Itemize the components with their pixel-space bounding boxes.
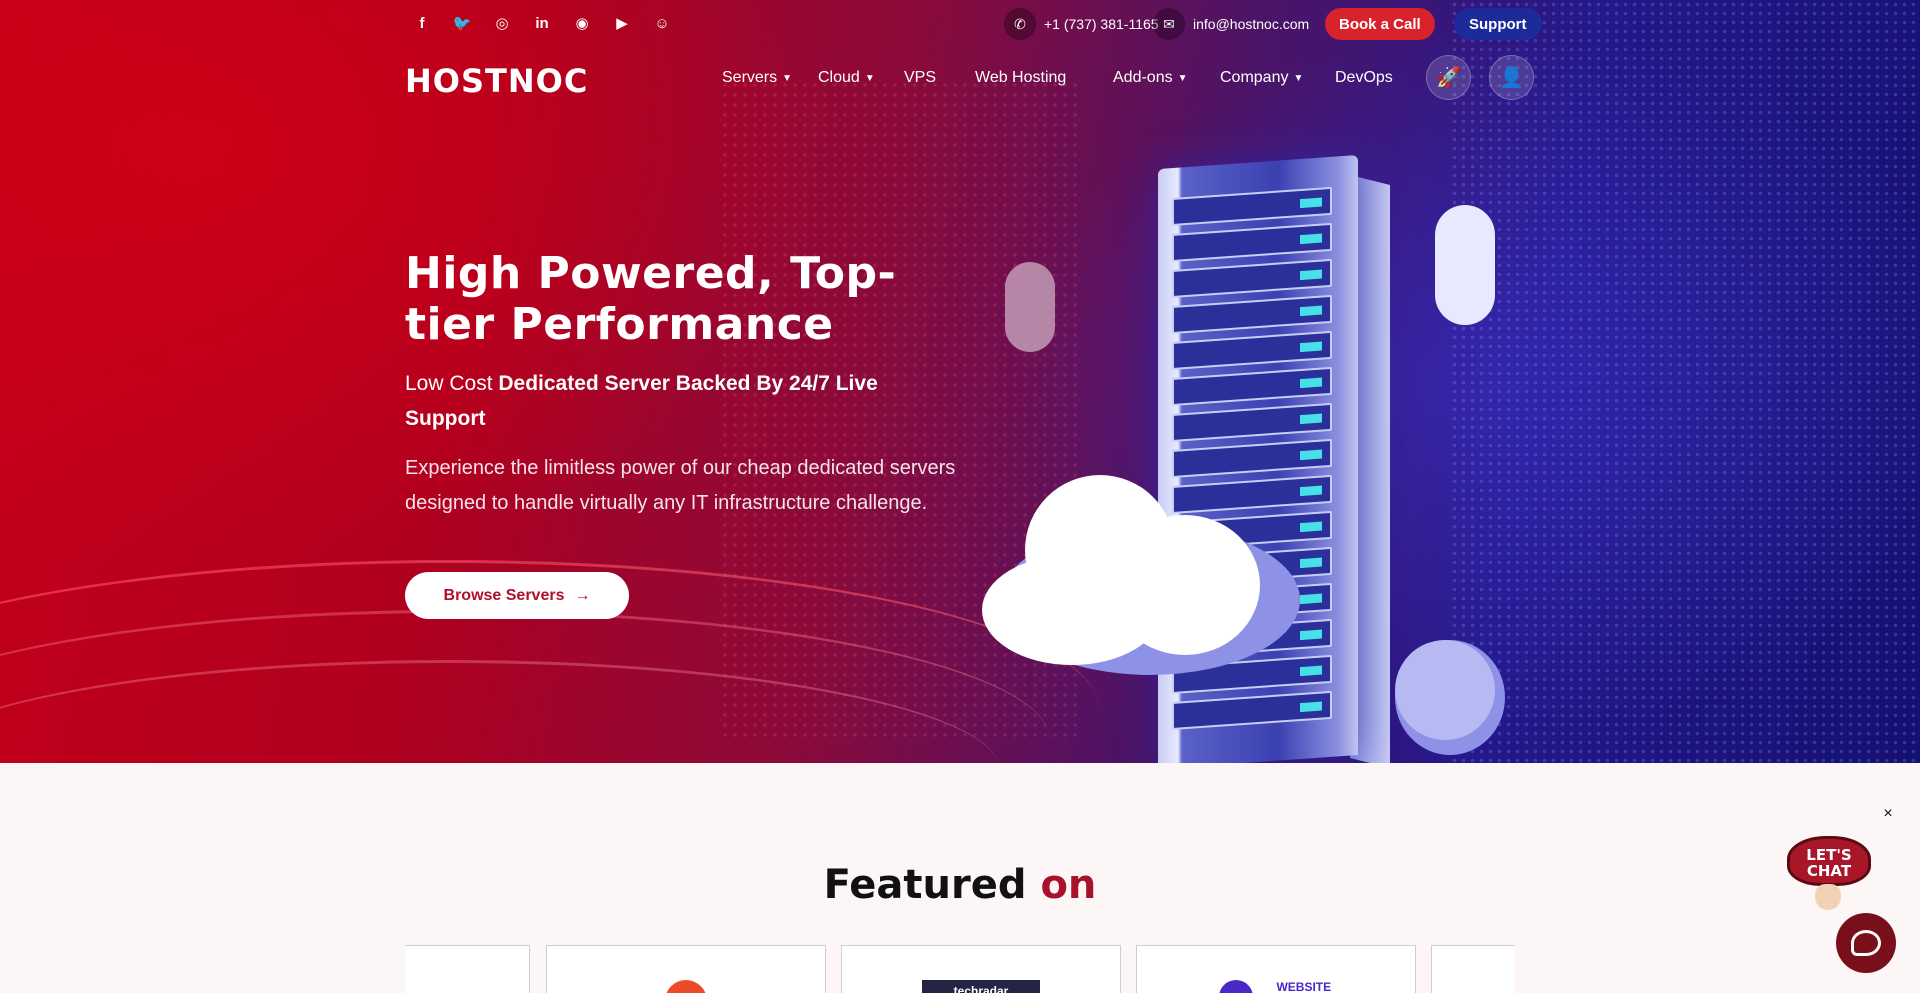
nav-vps-label: VPS: [904, 69, 937, 86]
mail-icon: ✉: [1153, 8, 1185, 40]
website-logo-icon: [1219, 980, 1253, 993]
hostnoc-logo[interactable]: HOSTNOC: [405, 62, 588, 100]
nav-cloud-label: Cloud: [818, 69, 860, 86]
featured-logo-card[interactable]: [405, 945, 530, 993]
featured-logo-card[interactable]: [546, 945, 826, 993]
user-account-icon[interactable]: 👤: [1489, 55, 1534, 100]
featured-logo: techradar: [953, 984, 1009, 993]
chevron-down-icon: ▼: [1177, 72, 1188, 84]
featured-logo-card[interactable]: [1431, 945, 1515, 993]
nav-vps[interactable]: VPS: [904, 66, 936, 90]
hero-subtitle: Low Cost Dedicated Server Backed By 24/7…: [405, 366, 925, 436]
featured-logo-card[interactable]: WEBSITE: [1136, 945, 1416, 993]
hero-title: High Powered, Top-tier Performance: [405, 248, 897, 350]
phone-icon: ✆: [1004, 8, 1036, 40]
chat-launcher-button[interactable]: [1836, 913, 1896, 973]
top-bar: f 🐦 ◎ in ◉ ▶ ☺ ✆ +1 (737) 381-1165 ✉ inf…: [0, 0, 1920, 48]
cloud-small-left: [1005, 262, 1055, 352]
cloud-small-top: [1435, 205, 1495, 325]
nav-servers-label: Servers: [722, 69, 778, 86]
cloud-illustration: [1110, 515, 1260, 655]
browse-servers-button[interactable]: Browse Servers →: [405, 572, 629, 619]
nav-addons-label: Add-ons: [1113, 69, 1173, 86]
nav-devops[interactable]: DevOps: [1335, 66, 1393, 90]
email-link[interactable]: ✉ info@hostnoc.com: [1153, 8, 1309, 40]
hero-description: Experience the limitless power of our ch…: [405, 457, 956, 514]
social-links: f 🐦 ◎ in ◉ ▶ ☺: [402, 13, 682, 33]
featured-logos-carousel: techradar WEBSITE: [405, 945, 1515, 993]
cloud-small-right: [1395, 640, 1495, 740]
discord-icon[interactable]: ◉: [562, 13, 602, 33]
featured-logo-card[interactable]: techradar: [841, 945, 1121, 993]
hero-subtitle-light: Low Cost: [405, 372, 499, 395]
lets-chat-badge[interactable]: LET'S CHAT: [1787, 836, 1871, 886]
chat-close-icon[interactable]: ×: [1878, 804, 1898, 824]
lets-chat-line1: LET'S: [1806, 846, 1852, 864]
email-address: info@hostnoc.com: [1193, 16, 1310, 32]
chevron-down-icon: ▼: [1293, 72, 1304, 84]
featured-heading-accent: on: [1040, 862, 1097, 908]
featured-heading-main: Featured: [823, 862, 1041, 908]
browse-servers-label: Browse Servers: [443, 586, 565, 604]
reddit-icon[interactable]: ☺: [642, 13, 682, 33]
nav-web-hosting-label: Web Hosting: [975, 69, 1067, 86]
arrow-right-icon: →: [574, 586, 591, 604]
nav-servers[interactable]: Servers ▼: [722, 66, 792, 90]
nav-web-hosting[interactable]: Web Hosting: [975, 66, 1066, 90]
hero-background-mesh: [1450, 0, 1920, 763]
support-button[interactable]: Support: [1454, 8, 1542, 40]
phone-number: +1 (737) 381-1165: [1044, 16, 1159, 32]
featured-heading: Featured on: [0, 862, 1920, 908]
nav-cloud[interactable]: Cloud ▼: [818, 66, 875, 90]
chevron-down-icon: ▼: [782, 72, 793, 84]
featured-brand-logo-icon: [665, 980, 707, 993]
hero-section: [0, 0, 1920, 763]
pointing-hand-icon: [1815, 884, 1841, 910]
phone-link[interactable]: ✆ +1 (737) 381-1165: [1004, 8, 1159, 40]
chat-bubble-icon: [1851, 930, 1881, 956]
featured-logo: WEBSITE: [1276, 980, 1332, 993]
nav-company[interactable]: Company ▼: [1220, 66, 1303, 90]
nav-company-label: Company: [1220, 69, 1289, 86]
youtube-icon[interactable]: ▶: [602, 13, 642, 33]
instagram-icon[interactable]: ◎: [482, 13, 522, 33]
book-call-button[interactable]: Book a Call: [1325, 8, 1435, 40]
lets-chat-line2: CHAT: [1806, 862, 1852, 880]
twitter-icon[interactable]: 🐦: [442, 13, 482, 33]
facebook-icon[interactable]: f: [402, 13, 442, 33]
nav-addons[interactable]: Add-ons ▼: [1113, 66, 1188, 90]
rocket-icon[interactable]: 🚀: [1426, 55, 1471, 100]
chevron-down-icon: ▼: [864, 72, 875, 84]
linkedin-icon[interactable]: in: [522, 13, 562, 33]
nav-devops-label: DevOps: [1335, 69, 1393, 86]
